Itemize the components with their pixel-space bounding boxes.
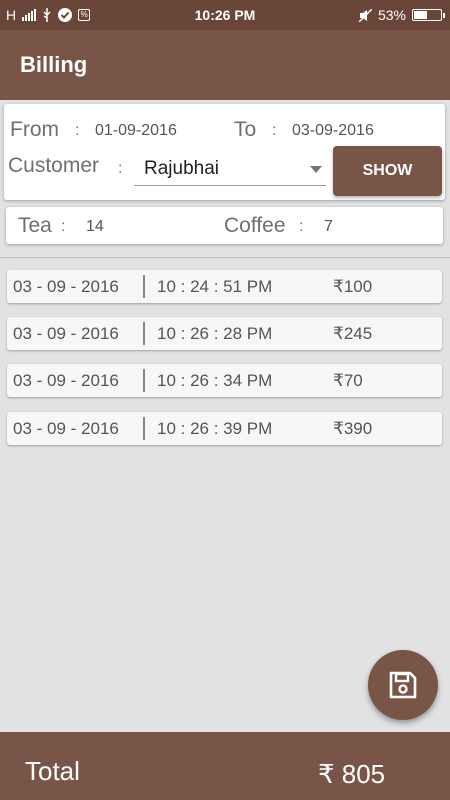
record-time: 10 : 24 : 51 PM bbox=[157, 277, 273, 296]
mute-icon bbox=[358, 8, 372, 22]
coffee-colon: : bbox=[299, 218, 304, 235]
list-item[interactable]: 03 - 09 - 2016 10 : 24 : 51 PM ₹100 bbox=[7, 270, 442, 303]
to-date-field[interactable]: 03-09-2016 bbox=[292, 122, 374, 140]
column-separator bbox=[143, 417, 145, 440]
list-item[interactable]: 03 - 09 - 2016 10 : 26 : 34 PM ₹70 bbox=[7, 364, 442, 397]
customer-label: Customer bbox=[8, 154, 100, 177]
record-time: 10 : 26 : 28 PM bbox=[157, 324, 273, 343]
customer-colon: : bbox=[118, 160, 123, 177]
coffee-label: Coffee bbox=[224, 214, 286, 237]
total-amount: ₹ 805 bbox=[318, 759, 386, 789]
record-date: 03 - 09 - 2016 bbox=[13, 324, 119, 343]
column-separator bbox=[143, 322, 145, 345]
total-label: Total bbox=[25, 756, 80, 786]
app-bar: Billing bbox=[0, 30, 450, 100]
record-date: 03 - 09 - 2016 bbox=[13, 419, 119, 438]
record-amount: ₹70 bbox=[333, 371, 363, 390]
column-separator bbox=[143, 275, 145, 298]
column-separator bbox=[143, 369, 145, 392]
customer-dropdown[interactable]: Rajubhai bbox=[134, 150, 326, 186]
to-label: To bbox=[234, 118, 257, 141]
battery-icon bbox=[412, 9, 445, 21]
tea-colon: : bbox=[61, 218, 66, 235]
tea-label: Tea bbox=[18, 214, 52, 237]
from-colon: : bbox=[75, 122, 80, 139]
dropdown-arrow-icon bbox=[310, 166, 322, 173]
record-amount: ₹390 bbox=[333, 419, 373, 438]
from-date-field[interactable]: 01-09-2016 bbox=[95, 122, 177, 140]
divider bbox=[0, 257, 450, 258]
save-icon bbox=[389, 671, 417, 699]
record-date: 03 - 09 - 2016 bbox=[13, 371, 119, 390]
battery-percent: 53% bbox=[377, 7, 406, 23]
from-label: From bbox=[10, 118, 59, 141]
status-bar: H % 10:26 PM 53% bbox=[0, 0, 450, 30]
customer-selected: Rajubhai bbox=[144, 158, 219, 179]
record-date: 03 - 09 - 2016 bbox=[13, 277, 119, 296]
list-item[interactable]: 03 - 09 - 2016 10 : 26 : 28 PM ₹245 bbox=[7, 317, 442, 350]
page-title: Billing bbox=[20, 52, 88, 77]
to-colon: : bbox=[272, 122, 277, 139]
save-fab-button[interactable] bbox=[368, 650, 438, 720]
record-time: 10 : 26 : 34 PM bbox=[157, 371, 273, 390]
coffee-count: 7 bbox=[324, 218, 333, 235]
show-button[interactable]: SHOW bbox=[333, 146, 442, 196]
record-amount: ₹245 bbox=[333, 324, 373, 343]
record-time: 10 : 26 : 39 PM bbox=[157, 419, 273, 438]
record-amount: ₹100 bbox=[333, 277, 373, 296]
list-item[interactable]: 03 - 09 - 2016 10 : 26 : 39 PM ₹390 bbox=[7, 412, 442, 445]
tea-count: 14 bbox=[86, 218, 104, 235]
total-bar: Total ₹ 805 bbox=[0, 732, 450, 800]
